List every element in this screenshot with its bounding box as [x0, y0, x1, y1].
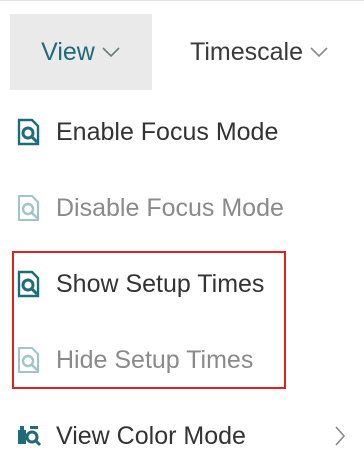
menu-item-label: Disable Focus Mode: [56, 193, 284, 222]
menu-item-disable-focus-mode[interactable]: Disable Focus Mode: [0, 170, 364, 246]
menu-item-hide-setup-times[interactable]: Hide Setup Times: [0, 322, 364, 398]
color-mode-icon: [16, 422, 42, 450]
focus-document-icon: [16, 270, 42, 298]
chevron-down-icon: [101, 46, 121, 58]
menu-item-label: Show Setup Times: [56, 269, 265, 298]
ribbon-tabs: View Timescale: [0, 14, 364, 90]
menu-item-enable-focus-mode[interactable]: Enable Focus Mode: [0, 94, 364, 170]
menu-item-label: Enable Focus Mode: [56, 117, 279, 146]
menu-item-show-setup-times[interactable]: Show Setup Times: [0, 246, 364, 322]
chevron-right-icon: [334, 425, 346, 447]
chevron-down-icon: [309, 46, 329, 58]
tab-timescale-label: Timescale: [190, 37, 303, 66]
top-border: [0, 0, 364, 1]
menu-item-label: Hide Setup Times: [56, 345, 254, 374]
focus-document-icon: [16, 194, 42, 222]
tab-timescale[interactable]: Timescale: [162, 14, 357, 90]
tab-view-label: View: [41, 37, 95, 66]
focus-document-icon: [16, 346, 42, 374]
tab-view[interactable]: View: [10, 14, 152, 90]
menu-item-label: View Color Mode: [56, 421, 246, 450]
focus-document-icon: [16, 118, 42, 146]
menu-item-view-color-mode[interactable]: View Color Mode: [0, 398, 364, 474]
